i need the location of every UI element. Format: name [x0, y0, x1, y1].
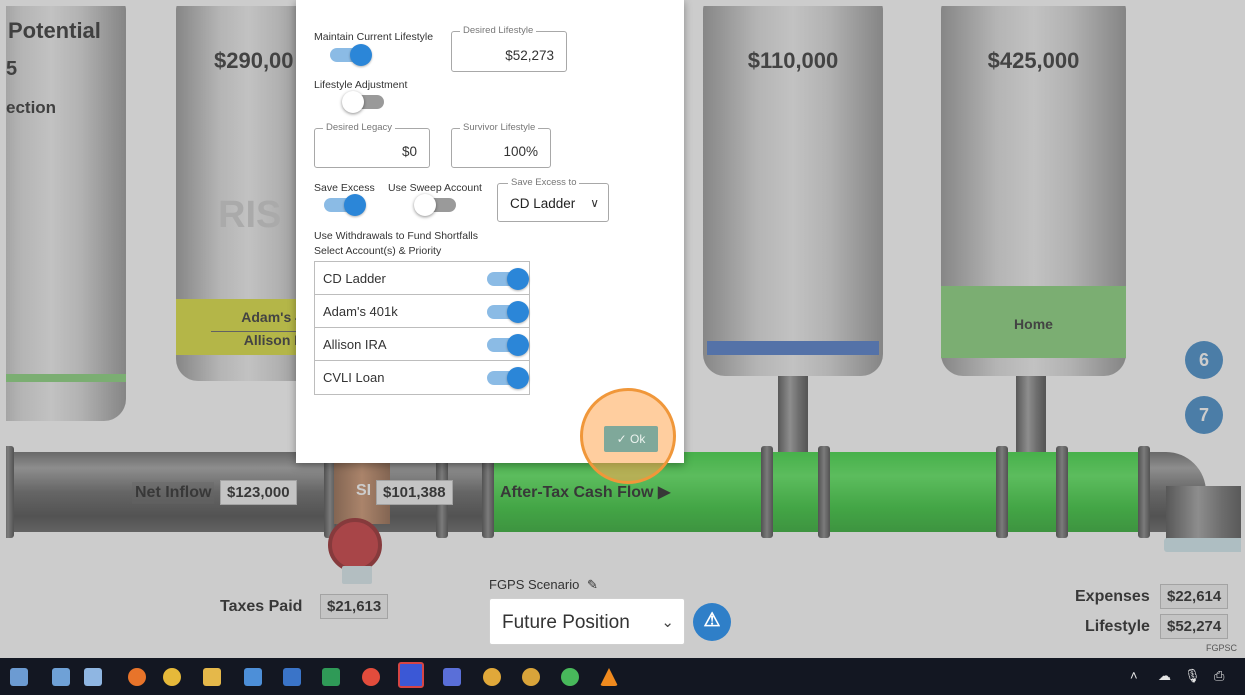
use-sweep-account-label: Use Sweep Account — [388, 182, 482, 194]
survivor-lifestyle-value: 100% — [503, 144, 538, 159]
account-toggle[interactable] — [487, 334, 529, 356]
zoom-icon[interactable] — [398, 662, 424, 688]
ok-button[interactable]: ✓ Ok — [604, 426, 658, 452]
wordpress-icon[interactable] — [483, 668, 501, 686]
toggle-knob — [342, 91, 364, 113]
footer-code: FGPSC — [1206, 643, 1238, 653]
folder-icon[interactable] — [203, 668, 221, 686]
account-row[interactable]: Adam's 401k — [315, 295, 529, 328]
save-excess-to-value: CD Ladder — [510, 196, 576, 211]
tray-expand-icon[interactable]: ˄ — [1130, 668, 1138, 683]
taskbar: ˄ ☁ 🎙 ⎙ — [0, 658, 1245, 695]
whatsapp-icon[interactable] — [561, 668, 579, 686]
notepad-icon[interactable] — [52, 668, 70, 686]
microphone-icon[interactable]: 🎙 — [1184, 668, 1201, 684]
survivor-lifestyle-legend: Survivor Lifestyle — [460, 122, 539, 133]
display-icon[interactable]: ⎙ — [1214, 668, 1224, 684]
survivor-lifestyle-field[interactable]: Survivor Lifestyle 100% — [451, 122, 551, 168]
screenshot-icon[interactable] — [84, 668, 102, 686]
account-name: CVLI Loan — [323, 370, 385, 385]
desired-lifestyle-legend: Desired Lifestyle — [460, 25, 537, 36]
toggle-knob — [507, 334, 529, 356]
excel-icon[interactable] — [322, 668, 340, 686]
withdrawals-heading: Use Withdrawals to Fund Shortfalls — [314, 230, 478, 242]
save-excess-to-select[interactable]: Save Excess to CD Ladder ∨ — [497, 177, 609, 222]
toggle-knob — [507, 367, 529, 389]
save-excess-label: Save Excess — [314, 182, 375, 194]
account-toggle[interactable] — [487, 301, 529, 323]
warning-icon[interactable]: ⚠ — [693, 603, 731, 641]
account-row[interactable]: CD Ladder — [315, 262, 529, 295]
account-toggle[interactable] — [487, 367, 529, 389]
toggle-knob — [350, 44, 372, 66]
toggle-knob — [507, 301, 529, 323]
chrome-alt-icon[interactable] — [522, 668, 540, 686]
scenario-select-value: Future Position — [502, 612, 630, 633]
save-excess-to-legend: Save Excess to — [508, 177, 580, 188]
account-toggle[interactable] — [487, 268, 529, 290]
scenario-select[interactable]: Future Position ⌄ — [489, 598, 685, 645]
desired-legacy-legend: Desired Legacy — [323, 122, 396, 133]
mail-icon[interactable] — [283, 668, 301, 686]
account-name: Allison IRA — [323, 337, 387, 352]
settings-icon[interactable] — [244, 668, 262, 686]
account-name: Adam's 401k — [323, 304, 398, 319]
toggle-knob — [344, 194, 366, 216]
account-row[interactable]: CVLI Loan — [315, 361, 529, 394]
maintain-current-lifestyle-label: Maintain Current Lifestyle — [314, 31, 434, 43]
toggle-knob — [507, 268, 529, 290]
desired-lifestyle-field[interactable]: Desired Lifestyle $52,273 — [451, 25, 567, 72]
desired-legacy-field[interactable]: Desired Legacy $0 — [314, 122, 430, 168]
toggle-knob — [414, 194, 436, 216]
file-manager-icon[interactable] — [10, 668, 28, 686]
account-row[interactable]: Allison IRA — [315, 328, 529, 361]
chrome-icon[interactable] — [163, 668, 181, 686]
pdf-icon[interactable] — [362, 668, 380, 686]
chevron-down-icon: ∨ — [590, 196, 599, 210]
cloud-icon[interactable]: ☁ — [1158, 668, 1171, 684]
account-priority-list: CD Ladder Adam's 401k Allison IRA CVLI L… — [314, 261, 530, 395]
lifestyle-adjustment-label: Lifestyle Adjustment — [314, 79, 408, 91]
desired-legacy-value: $0 — [401, 144, 417, 159]
firefox-icon[interactable] — [128, 668, 146, 686]
use-sweep-account-toggle[interactable] — [414, 194, 456, 216]
app-icon[interactable] — [443, 668, 461, 686]
lifestyle-adjustment-toggle[interactable] — [342, 91, 384, 113]
save-excess-toggle[interactable] — [324, 194, 366, 216]
account-name: CD Ladder — [323, 271, 386, 286]
vlc-icon[interactable] — [600, 668, 618, 686]
pencil-icon[interactable]: ✎ — [587, 577, 598, 592]
withdrawals-subheading: Select Account(s) & Priority — [314, 245, 442, 257]
chevron-down-icon: ⌄ — [661, 614, 674, 631]
scenario-label-text: FGPS Scenario — [489, 577, 580, 592]
desired-lifestyle-value: $52,273 — [505, 48, 554, 63]
scenario-label: FGPS Scenario ✎ — [489, 577, 598, 593]
maintain-current-lifestyle-toggle[interactable] — [330, 44, 372, 66]
